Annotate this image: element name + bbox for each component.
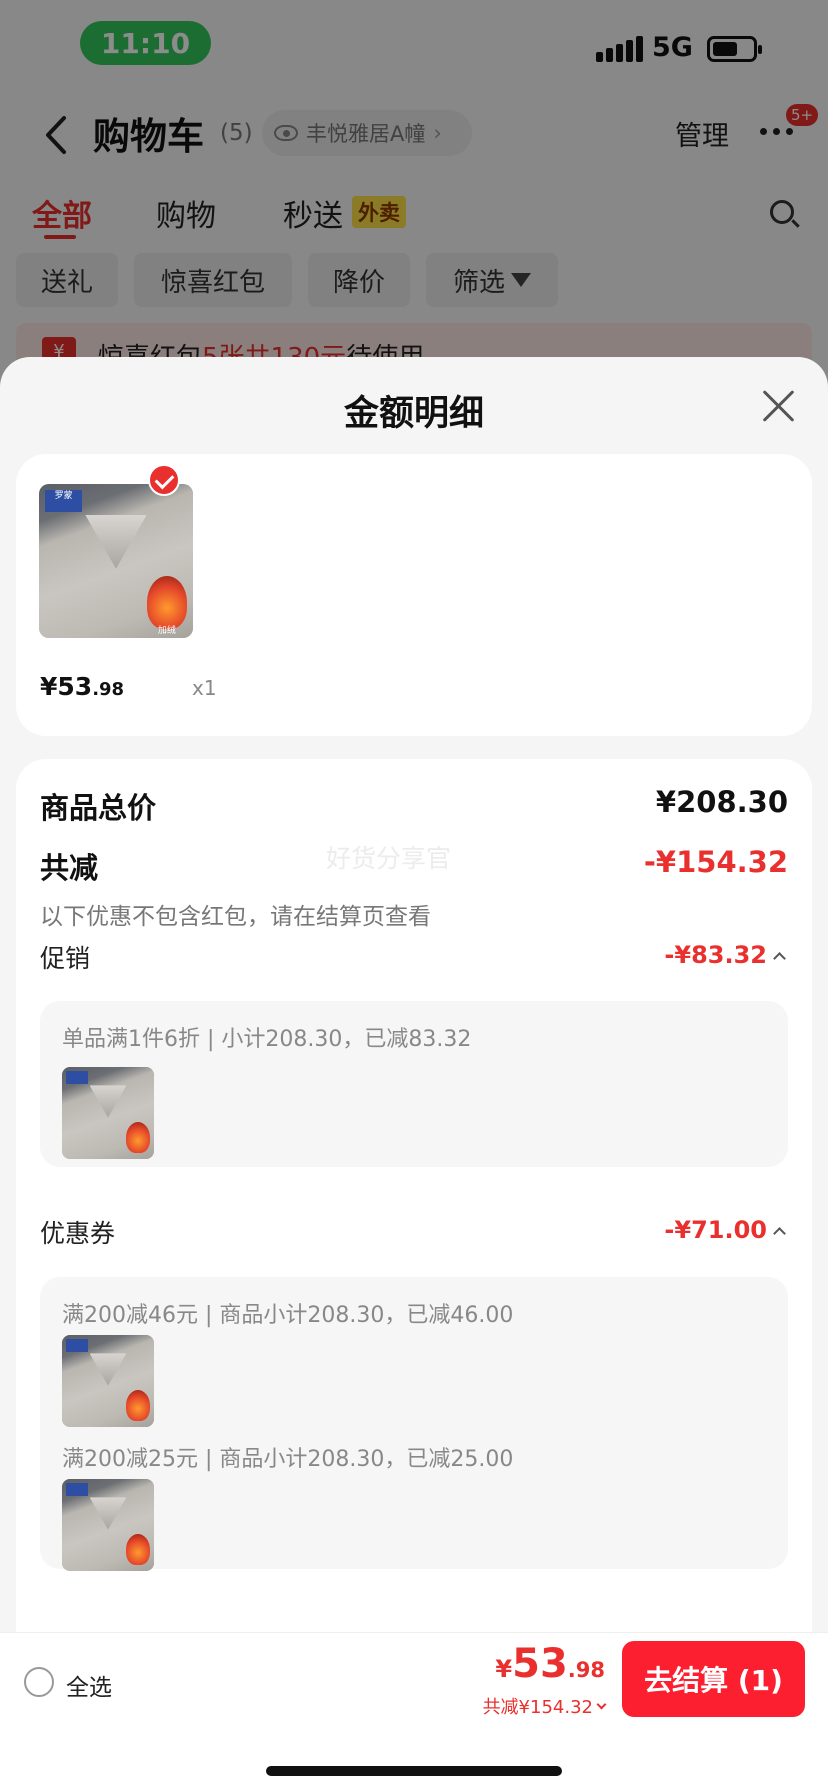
watermark: 好货分享官	[326, 844, 452, 873]
select-all-label[interactable]: 全选	[66, 1668, 112, 1702]
saved-amount: 共减¥154.32	[482, 1697, 593, 1718]
promo-detail: 单品满1件6折 | 小计208.30，已减83.32	[62, 1027, 472, 1052]
discount-value: -¥154.32	[643, 845, 788, 879]
chevron-up-icon	[773, 1226, 786, 1240]
modal-overlay[interactable]	[0, 0, 828, 400]
promo-product-thumb	[62, 1067, 154, 1159]
chevron-up-icon	[773, 951, 786, 965]
total-value: ¥208.30	[655, 785, 788, 819]
item-quantity: x1	[192, 676, 217, 700]
coupon-label: 优惠券	[40, 1219, 116, 1248]
brand-logo: 罗蒙	[45, 490, 83, 512]
promo-toggle[interactable]: -¥83.32	[664, 941, 786, 969]
chevron-down-icon	[596, 1699, 607, 1709]
coupon-detail-2: 满200减25元 | 商品小计208.30，已减25.00	[62, 1447, 514, 1472]
checkout-bar: 全选 ¥53.98 共减¥154.32 去结算 (1)	[0, 1632, 828, 1732]
selected-items-card: 罗蒙 加绒 ¥53.98 x1	[16, 454, 812, 736]
coupon-value: -¥71.00	[664, 1216, 767, 1244]
promo-label: 促销	[40, 944, 91, 973]
item-price: ¥53.98	[40, 672, 125, 701]
coupon-detail-box: 满200减46元 | 商品小计208.30，已减46.00 满200减25元 |…	[40, 1277, 788, 1571]
coupon-toggle[interactable]: -¥71.00	[664, 1216, 786, 1244]
select-all-checkbox[interactable]	[24, 1667, 54, 1697]
discount-label: 共减	[40, 851, 99, 885]
promo-value: -¥83.32	[664, 941, 767, 969]
saved-amount-toggle[interactable]: 共减¥154.32	[482, 1693, 607, 1719]
home-bar-area	[0, 1732, 828, 1792]
close-icon[interactable]	[762, 389, 796, 423]
coupon-detail-1: 满200减46元 | 商品小计208.30，已减46.00	[62, 1303, 514, 1328]
checkout-button[interactable]: 去结算 (1)	[622, 1641, 805, 1717]
sheet-title: 金额明细	[343, 394, 484, 434]
promo-detail-box: 单品满1件6折 | 小计208.30，已减83.32	[40, 1001, 788, 1167]
fleece-tag: 加绒	[146, 576, 187, 636]
discount-note: 以下优惠不包含红包，请在结算页查看	[40, 904, 431, 930]
home-indicator[interactable]	[266, 1766, 562, 1776]
selected-check-icon[interactable]	[148, 464, 180, 496]
total-label: 商品总价	[40, 791, 157, 825]
product-image[interactable]: 罗蒙 加绒	[39, 484, 193, 638]
coupon-product-thumb	[62, 1479, 154, 1571]
coupon-product-thumb	[62, 1335, 154, 1427]
total-payable: ¥53.98	[495, 1641, 605, 1687]
amount-detail-sheet: 金额明细 罗蒙 加绒 ¥53.98 x1 好货分享官 商品总价 ¥208.30 …	[0, 357, 828, 1792]
